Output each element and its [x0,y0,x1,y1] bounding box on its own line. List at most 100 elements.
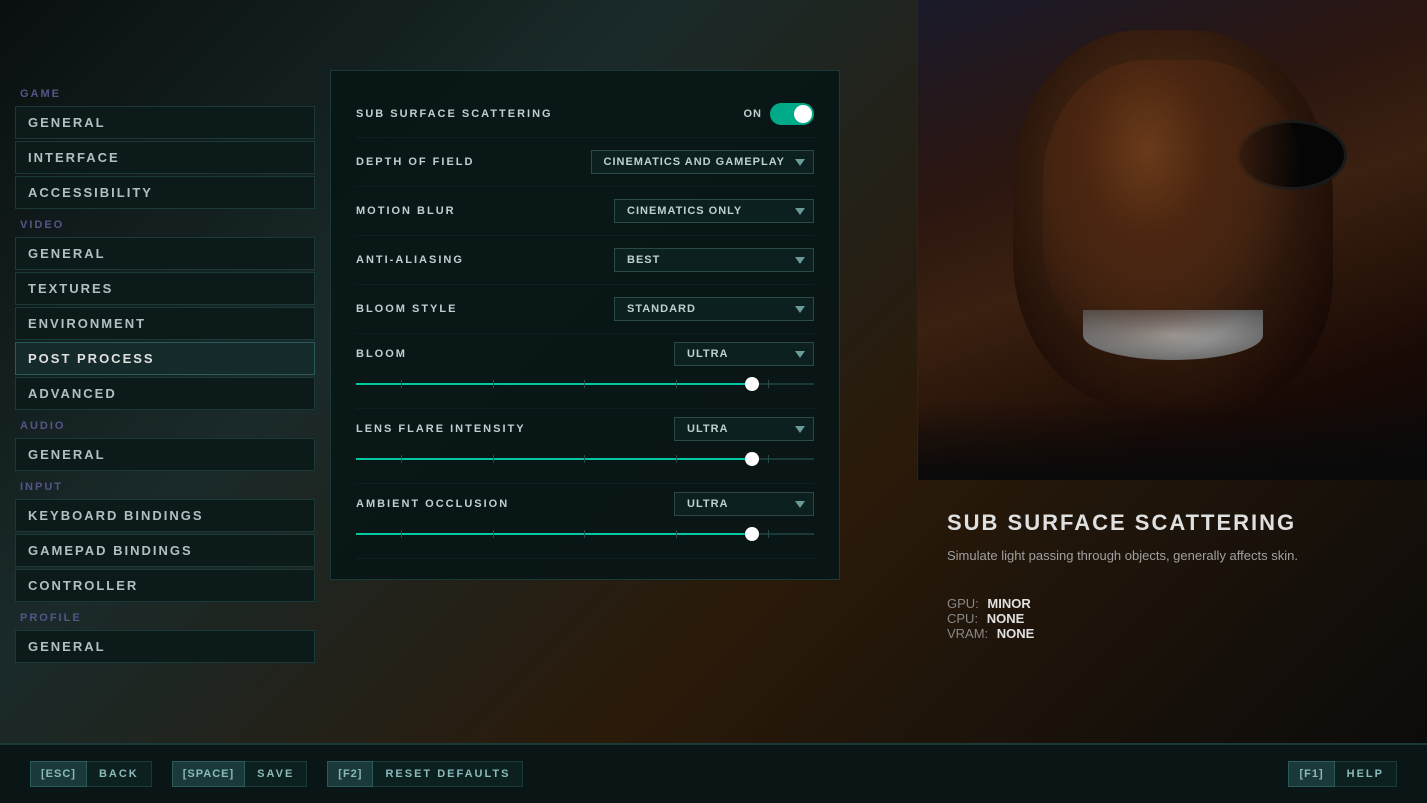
setting-row-sub-surface-scattering: SUB SURFACE SCATTERING ON [356,91,814,138]
dropdown-bloom[interactable]: ULTRA [674,342,814,366]
toggle-text-sub-surface-scattering: ON [744,108,763,120]
back-button[interactable]: [ESC] BACK [30,761,152,787]
reset-label: RESET DEFAULTS [373,761,523,787]
slider-tick [584,380,585,388]
back-label: BACK [87,761,152,787]
dropdown-text-motion-blur: CINEMATICS ONLY [627,205,742,217]
slider-tick [401,455,402,463]
save-label: SAVE [245,761,307,787]
section-label-video: VIDEO [0,211,330,235]
section-label-audio: AUDIO [0,412,330,436]
slider-track-container-lens-flare[interactable] [356,449,814,469]
slider-tick [493,380,494,388]
sidebar-item-audio-general[interactable]: GENERAL [15,438,315,471]
sidebar-item-video-advanced[interactable]: ADVANCED [15,377,315,410]
slider-tick [768,530,769,538]
toggle-track-sub-surface-scattering[interactable] [770,103,814,125]
sidebar-item-input-gamepad[interactable]: GAMEPAD BINDINGS [15,534,315,567]
slider-track-lens-flare [356,458,814,460]
section-label-game: GAME [0,80,330,104]
slider-tick [676,530,677,538]
slider-tick [401,380,402,388]
sidebar-item-video-postprocess[interactable]: POST PROCESS [15,342,315,375]
setting-label-lens-flare: LENS FLARE INTENSITY [356,423,526,435]
dropdown-arrow-bloom [795,351,805,358]
slider-tick [493,530,494,538]
save-button[interactable]: [SPACE] SAVE [172,761,308,787]
slider-tick [768,380,769,388]
setting-label-motion-blur: MOTION BLUR [356,205,456,217]
dropdown-arrow-ambient-occlusion [795,501,805,508]
slider-tick [493,455,494,463]
slider-track-container-ambient-occlusion[interactable] [356,524,814,544]
dropdown-text-anti-aliasing: BEST [627,254,660,266]
slider-header-lens-flare: LENS FLARE INTENSITY ULTRA [356,417,814,441]
help-key: [F1] [1288,761,1334,787]
slider-header-ambient-occlusion: AMBIENT OCCLUSIONULTRA [356,492,814,516]
toggle-sub-surface-scattering[interactable]: ON [744,103,815,125]
slider-track-ambient-occlusion [356,533,814,535]
sidebar-item-video-general[interactable]: GENERAL [15,237,315,270]
setting-label-anti-aliasing: ANTI-ALIASING [356,254,464,266]
dropdown-arrow-anti-aliasing [795,257,805,264]
help-label: HELP [1335,761,1397,787]
slider-thumb-ambient-occlusion[interactable] [745,527,759,541]
dropdown-text-lens-flare: ULTRA [687,423,728,435]
slider-tick [401,530,402,538]
slider-track-bloom [356,383,814,385]
footer: [ESC] BACK [SPACE] SAVE [F2] RESET DEFAU… [0,743,1427,803]
slider-track-container-bloom[interactable] [356,374,814,394]
toggle-thumb-sub-surface-scattering [794,105,812,123]
setting-row-bloom-style: BLOOM STYLE STANDARD [356,285,814,334]
sidebar-item-video-textures[interactable]: TEXTURES [15,272,315,305]
slider-header-bloom: BLOOM ULTRA [356,342,814,366]
sidebar-item-input-controller[interactable]: CONTROLLER [15,569,315,602]
dropdown-bloom-style[interactable]: STANDARD [614,297,814,321]
sidebar-item-game-general[interactable]: GENERAL [15,106,315,139]
dropdown-arrow-motion-blur [795,208,805,215]
sidebar: GAMEGENERALINTERFACEACCESSIBILITYVIDEOGE… [0,60,330,743]
reset-key: [F2] [327,761,373,787]
reset-button[interactable]: [F2] RESET DEFAULTS [327,761,523,787]
dropdown-anti-aliasing[interactable]: BEST [614,248,814,272]
setting-label-sub-surface-scattering: SUB SURFACE SCATTERING [356,108,553,120]
slider-tick [768,455,769,463]
slider-tick [676,455,677,463]
setting-label-bloom: BLOOM [356,348,407,360]
section-label-profile: PROFILE [0,604,330,628]
dropdown-depth-of-field[interactable]: CINEMATICS AND GAMEPLAY [591,150,815,174]
slider-section-bloom: BLOOM ULTRA [356,334,814,409]
slider-tick [676,380,677,388]
dropdown-text-depth-of-field: CINEMATICS AND GAMEPLAY [604,156,786,168]
slider-section-lens-flare: LENS FLARE INTENSITY ULTRA [356,409,814,484]
help-button[interactable]: [F1] HELP [1288,761,1397,787]
slider-tick [584,455,585,463]
setting-row-depth-of-field: DEPTH OF FIELD CINEMATICS AND GAMEPLAY [356,138,814,187]
dropdown-text-bloom-style: STANDARD [627,303,696,315]
dropdown-lens-flare[interactable]: ULTRA [674,417,814,441]
setting-row-anti-aliasing: ANTI-ALIASING BEST [356,236,814,285]
sidebar-item-input-keyboard[interactable]: KEYBOARD BINDINGS [15,499,315,532]
section-label-input: INPUT [0,473,330,497]
dropdown-arrow-depth-of-field [795,159,805,166]
slider-thumb-lens-flare[interactable] [745,452,759,466]
dropdown-arrow-lens-flare [795,426,805,433]
main-content: GAMEGENERALINTERFACEACCESSIBILITYVIDEOGE… [0,60,1427,743]
dropdown-arrow-bloom-style [795,306,805,313]
sidebar-item-video-environment[interactable]: ENVIRONMENT [15,307,315,340]
dropdown-ambient-occlusion[interactable]: ULTRA [674,492,814,516]
dropdown-text-ambient-occlusion: ULTRA [687,498,728,510]
setting-row-motion-blur: MOTION BLUR CINEMATICS ONLY [356,187,814,236]
sidebar-item-game-accessibility[interactable]: ACCESSIBILITY [15,176,315,209]
slider-thumb-bloom[interactable] [745,377,759,391]
sidebar-item-profile-general[interactable]: GENERAL [15,630,315,663]
save-key: [SPACE] [172,761,245,787]
dropdown-text-bloom: ULTRA [687,348,728,360]
sidebar-item-game-interface[interactable]: INTERFACE [15,141,315,174]
dropdown-motion-blur[interactable]: CINEMATICS ONLY [614,199,814,223]
slider-tick [584,530,585,538]
setting-label-bloom-style: BLOOM STYLE [356,303,457,315]
setting-label-depth-of-field: DEPTH OF FIELD [356,156,474,168]
back-key: [ESC] [30,761,87,787]
settings-panel: SUB SURFACE SCATTERING ON DEPTH OF FIELD CI… [330,70,840,580]
